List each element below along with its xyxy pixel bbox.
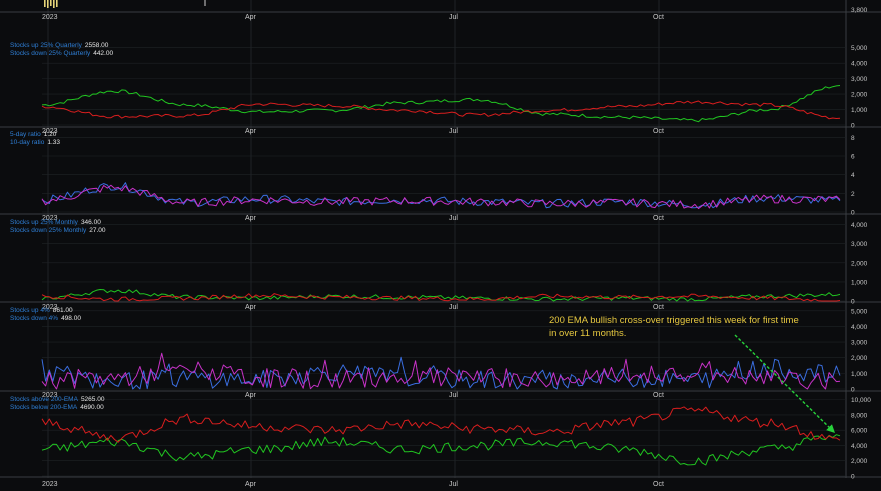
x-tick-label: Jul — [449, 304, 458, 311]
panel-2-legend: 5-day ratio 1.20 10-day ratio 1.33 — [10, 131, 60, 147]
x-tick-label: Apr — [245, 14, 257, 21]
y-tick-label: 4,000 — [851, 443, 868, 450]
legend-entry: 10-day ratio 1.33 — [10, 139, 60, 147]
y-tick-label: 2 — [851, 191, 855, 198]
panel-5-legend: Stocks above 200-EMA 5265.00 Stocks below… — [10, 396, 104, 412]
y-tick-label: 0 — [851, 387, 855, 394]
legend-entry: Stocks up 25% Monthly 346.00 — [10, 219, 106, 227]
top-strip-bar — [47, 0, 49, 8]
x-tick-label: 2023 — [42, 14, 58, 21]
x-tick-label: Jul — [449, 14, 458, 21]
legend-label: Stocks up 4% — [10, 307, 50, 314]
y-tick-label: 1,000 — [851, 371, 868, 378]
x-tick-label: Oct — [653, 481, 664, 488]
legend-label: Stocks below 200-EMA — [10, 404, 78, 411]
y-tick-label: 0 — [851, 474, 855, 481]
y-tick-label: 6,000 — [851, 428, 868, 435]
legend-entry: Stocks down 25% Quarterly 442.00 — [10, 50, 113, 58]
x-tick-label: Jul — [449, 392, 458, 399]
y-tick-label: 3,000 — [851, 340, 868, 347]
x-tick-label: Apr — [245, 128, 257, 135]
legend-label: Stocks up 25% Monthly — [10, 219, 78, 226]
legend-value: 4690.00 — [80, 404, 104, 411]
legend-entry: Stocks above 200-EMA 5265.00 — [10, 396, 104, 404]
y-tick-label: 3,000 — [851, 241, 868, 248]
x-tick-label: Oct — [653, 14, 664, 21]
legend-label: Stocks down 4% — [10, 315, 59, 322]
x-tick-label: Apr — [245, 481, 257, 488]
legend-label: Stocks above 200-EMA — [10, 396, 78, 403]
y-tick-label: 5,000 — [851, 45, 868, 52]
legend-value: 1.20 — [43, 131, 57, 138]
y-tick-label: 4,000 — [851, 222, 868, 229]
y-tick-label: 5,000 — [851, 308, 868, 315]
legend-value: 27.00 — [89, 227, 106, 234]
legend-entry: 5-day ratio 1.20 — [10, 131, 60, 139]
legend-entry: Stocks below 200-EMA 4690.00 — [10, 404, 104, 412]
legend-entry: Stocks up 4% 861.00 — [10, 307, 81, 315]
top-strip-value-label: 3,800 — [851, 7, 868, 14]
y-tick-label: 4 — [851, 172, 855, 179]
annotation-line: in over 11 months. — [549, 328, 627, 339]
panel-1-legend: Stocks up 25% Quarterly 2558.00 Stocks do… — [10, 42, 113, 58]
chart-canvas: 2023 Apr Jul Oct2023 Apr Jul Oct2023 Apr Jul Oct2… — [0, 0, 881, 491]
y-tick-label: 4,000 — [851, 61, 868, 68]
legend-value: 861.00 — [52, 307, 73, 314]
top-strip-bar — [44, 0, 46, 7]
y-tick-label: 8 — [851, 135, 855, 142]
legend-value: 442.00 — [93, 50, 114, 57]
x-tick-label: Jul — [449, 481, 458, 488]
x-tick-label: Oct — [653, 392, 664, 399]
y-tick-label: 4,000 — [851, 324, 868, 331]
y-tick-label: 2,000 — [851, 355, 868, 362]
legend-label: 5-day ratio — [10, 131, 41, 138]
y-tick-label: 8,000 — [851, 412, 868, 419]
annotation-line: 200 EMA bullish cross-over triggered thi… — [549, 315, 799, 326]
y-tick-label: 1,000 — [851, 107, 868, 114]
y-tick-label: 0 — [851, 299, 855, 306]
x-tick-label: Jul — [449, 215, 458, 222]
legend-label: Stocks up 25% Quarterly — [10, 42, 82, 49]
x-tick-label: Oct — [653, 128, 664, 135]
x-tick-label: 2023 — [42, 481, 58, 488]
legend-entry: Stocks up 25% Quarterly 2558.00 — [10, 42, 113, 50]
y-tick-label: 6 — [851, 154, 855, 161]
top-strip-bar — [50, 0, 52, 6]
x-tick-label: Oct — [653, 304, 664, 311]
x-tick-label: Apr — [245, 304, 257, 311]
top-strip-bar — [56, 0, 58, 7]
y-tick-label: 1,000 — [851, 279, 868, 286]
y-tick-label: 3,000 — [851, 76, 868, 83]
legend-value: 2558.00 — [84, 42, 109, 49]
x-tick-label: Apr — [245, 392, 257, 399]
x-tick-label: Apr — [245, 215, 257, 222]
annotation-text: 200 EMA bullish cross-over triggered thi… — [549, 314, 799, 340]
y-tick-label: 2,000 — [851, 92, 868, 99]
chart-background — [0, 0, 881, 491]
legend-value: 5265.00 — [80, 396, 105, 403]
panel-3-legend: Stocks up 25% Monthly 346.00 Stocks down … — [10, 219, 106, 235]
legend-entry: Stocks down 4% 498.00 — [10, 315, 81, 323]
y-tick-label: 0 — [851, 123, 855, 130]
legend-label: Stocks down 25% Monthly — [10, 227, 87, 234]
legend-value: 1.33 — [47, 139, 60, 146]
top-strip-bar — [53, 0, 55, 8]
y-tick-label: 0 — [851, 210, 855, 217]
legend-label: Stocks down 25% Quarterly — [10, 50, 91, 57]
legend-label: 10-day ratio — [10, 139, 45, 146]
x-tick-label: Jul — [449, 128, 458, 135]
legend-value: 346.00 — [80, 219, 101, 226]
legend-value: 498.00 — [61, 315, 81, 322]
y-tick-label: 10,000 — [851, 397, 871, 404]
x-tick-label: Oct — [653, 215, 664, 222]
panel-4-legend: Stocks up 4% 861.00 Stocks down 4% 498.00 — [10, 307, 81, 323]
legend-entry: Stocks down 25% Monthly 27.00 — [10, 227, 106, 235]
y-tick-label: 2,000 — [851, 458, 868, 465]
y-tick-label: 2,000 — [851, 260, 868, 267]
